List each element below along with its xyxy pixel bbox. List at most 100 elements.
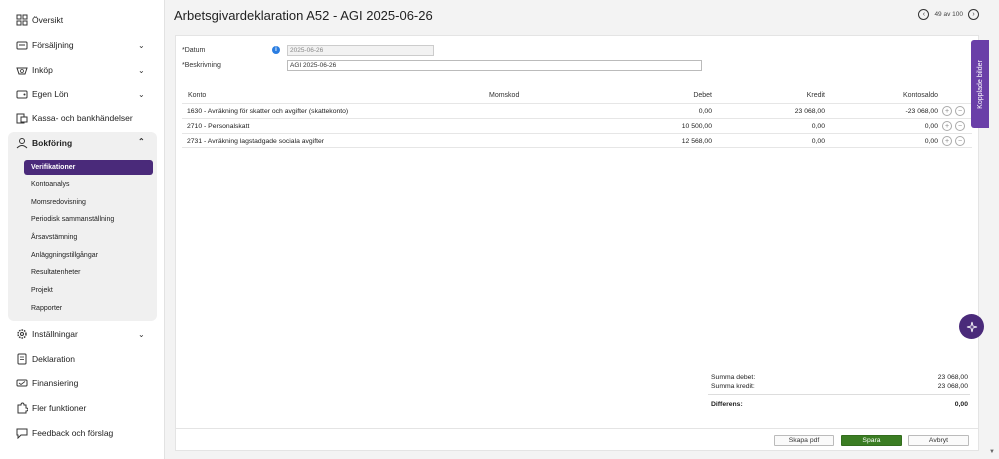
summa-kredit-label: Summa kredit: xyxy=(711,383,755,390)
add-row-icon[interactable]: + xyxy=(942,121,952,131)
side-tab-label: Kopplade bilder xyxy=(976,59,984,109)
kopplade-bilder-tab[interactable]: Kopplade bilder xyxy=(971,40,989,128)
remove-row-icon[interactable]: − xyxy=(955,136,965,146)
cell-kontosaldo: 0,00 xyxy=(924,138,938,145)
remove-row-icon[interactable]: − xyxy=(955,106,965,116)
spara-button[interactable]: Spara xyxy=(841,435,902,446)
cell-kontosaldo: 0,00 xyxy=(924,123,938,130)
summa-debet-value: 23 068,00 xyxy=(937,374,968,381)
finance-icon xyxy=(16,379,28,387)
nav-label: Deklaration xyxy=(32,354,75,364)
differens-label: Differens: xyxy=(711,401,743,408)
nav-oversikt[interactable]: Översikt xyxy=(0,10,160,30)
beskrivning-field[interactable]: AGI 2025-06-26 xyxy=(287,60,702,71)
cell-kredit: 0,00 xyxy=(811,123,825,130)
next-icon[interactable]: › xyxy=(968,9,979,20)
nav-installningar[interactable]: Inställningar ⌄ xyxy=(0,324,160,344)
basket-icon xyxy=(16,67,28,75)
nav-label: Inköp xyxy=(32,65,53,75)
subnav-periodisk-sammanstallning[interactable]: Periodisk sammanställning xyxy=(31,212,114,226)
chevron-down-icon[interactable]: ⌄ xyxy=(138,66,145,75)
col-header-debet: Debet xyxy=(693,92,712,99)
cell-debet: 10 500,00 xyxy=(681,123,712,130)
cell-debet: 0,00 xyxy=(698,108,712,115)
chevron-up-icon[interactable]: ⌃ xyxy=(138,137,145,146)
feedback-icon xyxy=(16,428,28,439)
sparkle-icon xyxy=(966,321,977,332)
bank-icon xyxy=(16,113,28,124)
datum-field[interactable]: 2025-06-26 xyxy=(287,45,434,56)
chevron-down-icon[interactable]: ⌄ xyxy=(138,330,145,339)
cell-kredit: 23 068,00 xyxy=(794,108,825,115)
previous-icon[interactable]: ‹ xyxy=(918,9,930,20)
action-footer: Skapa pdf Spara Avbryt xyxy=(176,428,978,450)
pager-text: 49 av 100 xyxy=(934,11,963,18)
main-panel: *Datum i 2025-06-26 *Beskrivning AGI 202… xyxy=(175,35,979,451)
subnav-anlaggningstillgangar[interactable]: Anläggningstillgångar xyxy=(31,248,98,262)
remove-row-icon[interactable]: − xyxy=(955,121,965,131)
nav-kassa-bank[interactable]: Kassa- och bankhändelser xyxy=(0,108,160,128)
nav-label: Kassa- och bankhändelser xyxy=(32,113,133,123)
table-row[interactable]: 1630 - Avräkning för skatter och avgifte… xyxy=(182,103,972,118)
nav-label: Bokföring xyxy=(32,138,73,148)
subnav-rapporter[interactable]: Rapporter xyxy=(31,301,62,315)
add-row-icon[interactable]: + xyxy=(942,106,952,116)
info-icon[interactable]: i xyxy=(272,46,280,54)
nav-label: Fler funktioner xyxy=(32,403,87,413)
col-header-kontosaldo: Kontosaldo xyxy=(902,92,938,99)
grid-icon xyxy=(16,14,28,26)
nav-label: Egen Lön xyxy=(32,89,69,99)
avbryt-button[interactable]: Avbryt xyxy=(908,435,969,446)
cell-konto: 1630 - Avräkning för skatter och avgifte… xyxy=(187,108,349,115)
subnav-resultatenheter[interactable]: Resultatenheter xyxy=(31,265,80,279)
col-header-kredit: Kredit xyxy=(806,92,825,99)
subnav-momsredovisning[interactable]: Momsredovisning xyxy=(31,195,86,209)
nav-label: Försäljning xyxy=(32,40,74,50)
nav-inkop[interactable]: Inköp ⌄ xyxy=(0,60,160,80)
datum-label: *Datum xyxy=(182,47,206,54)
add-row-icon[interactable]: + xyxy=(942,136,952,146)
beskrivning-label: *Beskrivning xyxy=(182,62,221,69)
differens-value: 0,00 xyxy=(954,401,968,408)
subnav-projekt[interactable]: Projekt xyxy=(31,283,53,297)
nav-egen-lon[interactable]: Egen Lön ⌄ xyxy=(0,84,160,104)
gear-icon xyxy=(17,329,27,339)
table-row[interactable]: 2731 - Avräkning lagstadgade sociala avg… xyxy=(182,133,972,148)
sidebar: Översikt Försäljning ⌄ Inköp ⌄ Egen Lön … xyxy=(0,0,165,459)
table-row[interactable]: 2710 - Personalskatt 10 500,00 0,00 0,00… xyxy=(182,118,972,133)
subnav-kontoanalys[interactable]: Kontoanalys xyxy=(31,177,70,191)
ai-assistant-button[interactable] xyxy=(959,314,984,339)
skapa-pdf-button[interactable]: Skapa pdf xyxy=(774,435,834,446)
nav-finansiering[interactable]: Finansiering xyxy=(0,373,160,393)
register-icon xyxy=(16,41,28,50)
nav-bokforing[interactable]: Bokföring ⌃ xyxy=(0,133,160,153)
pager: ‹ 49 av 100 › xyxy=(918,9,979,20)
nav-label: Översikt xyxy=(32,15,64,25)
page-title: Arbetsgivardeklaration A52 - AGI 2025-06… xyxy=(174,8,433,23)
cell-konto: 2731 - Avräkning lagstadgade sociala avg… xyxy=(187,138,325,145)
col-header-konto: Konto xyxy=(188,92,207,99)
chevron-down-icon[interactable]: ⌄ xyxy=(138,90,145,99)
cell-konto: 2710 - Personalskatt xyxy=(187,123,250,130)
nav-fler-funktioner[interactable]: Fler funktioner xyxy=(0,398,160,418)
nav-feedback[interactable]: Feedback och förslag xyxy=(0,423,160,443)
subnav-arsavstamning[interactable]: Årsavstämning xyxy=(31,230,77,244)
subnav-verifikationer[interactable]: Verifikationer xyxy=(24,160,153,175)
chevron-down-icon[interactable]: ⌄ xyxy=(138,41,145,50)
nav-label: Finansiering xyxy=(32,378,79,388)
wallet-icon xyxy=(16,90,28,99)
col-header-momskod: Momskod xyxy=(489,92,520,99)
nav-label: Feedback och förslag xyxy=(32,428,114,438)
cell-debet: 12 568,00 xyxy=(681,138,712,145)
nav-forsaljning[interactable]: Försäljning ⌄ xyxy=(0,35,160,55)
puzzle-icon xyxy=(17,402,28,414)
declaration-icon xyxy=(17,353,27,365)
scroll-down-icon[interactable]: ▼ xyxy=(989,449,995,455)
nav-label: Inställningar xyxy=(32,329,78,339)
cell-kredit: 0,00 xyxy=(811,138,825,145)
nav-deklaration[interactable]: Deklaration xyxy=(0,349,160,369)
ledger-icon xyxy=(16,138,28,149)
summa-debet-label: Summa debet: xyxy=(711,374,756,381)
cell-kontosaldo: -23 068,00 xyxy=(905,108,938,115)
summary-divider xyxy=(708,394,970,395)
